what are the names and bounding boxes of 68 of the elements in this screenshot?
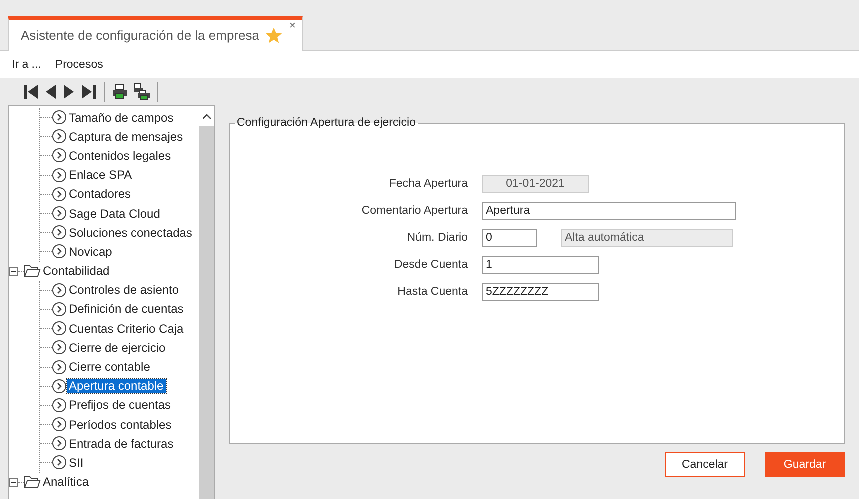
readonly-field: Alta automática (561, 229, 733, 247)
chevron-circle-icon (52, 206, 67, 222)
chevron-circle-icon (52, 455, 67, 470)
tree-item[interactable]: SII (67, 456, 86, 470)
tree-item[interactable]: Sage Data Cloud (67, 206, 162, 221)
chevron-circle-icon (52, 302, 67, 317)
chevron-circle-icon (52, 378, 67, 394)
collapse-icon[interactable] (9, 266, 18, 276)
input-field[interactable]: Apertura (482, 202, 736, 220)
scrollbar[interactable] (199, 106, 214, 499)
chevron-circle-icon (52, 186, 67, 202)
chevron-circle-icon (52, 225, 67, 240)
tree-item[interactable]: Cierre de ejercicio (67, 340, 168, 355)
folder-icon (24, 264, 41, 278)
chevron-circle-icon (52, 360, 67, 375)
printers-icon[interactable] (133, 82, 151, 100)
input-field[interactable]: 1 (482, 256, 599, 274)
tree-item[interactable]: Cierre contable (67, 360, 152, 374)
collapse-icon[interactable] (9, 478, 18, 487)
star-icon[interactable] (265, 26, 284, 44)
tree-item[interactable]: Apertura contable (67, 379, 166, 394)
cancel-button[interactable]: Cancelar (665, 452, 745, 477)
field-label: Desde Cuenta (393, 259, 468, 271)
chevron-circle-icon (52, 398, 67, 413)
tree-item[interactable]: Contadores (67, 187, 134, 202)
tree-item[interactable]: Soluciones conectadas (67, 226, 194, 240)
chevron-circle-icon (52, 282, 67, 298)
document-tab[interactable]: Asistente de configuración de la empresa × (8, 16, 303, 51)
tree-item[interactable]: Enlace SPA (67, 168, 134, 182)
save-button[interactable]: Guardar (765, 452, 845, 477)
chevron-circle-icon (52, 148, 67, 164)
first-icon[interactable] (22, 82, 40, 100)
previous-icon[interactable] (44, 82, 58, 100)
printer-icon[interactable] (111, 82, 129, 100)
tree-item[interactable]: Entrada de facturas (67, 436, 176, 451)
tree-item[interactable]: Períodos contables (67, 418, 174, 432)
field-label: Comentario Apertura (360, 205, 468, 217)
tree-item[interactable]: Controles de asiento (67, 283, 182, 298)
close-button[interactable]: × (289, 20, 296, 32)
field-label: Núm. Diario (406, 232, 468, 244)
next-icon[interactable] (62, 82, 76, 100)
tree-item[interactable]: Tamaño de campos (67, 110, 176, 125)
chevron-circle-icon (52, 244, 67, 260)
menu-item[interactable]: Procesos (55, 58, 104, 70)
last-icon[interactable] (80, 82, 98, 100)
chevron-circle-icon (52, 321, 67, 336)
menu-item[interactable]: Ir a ... (12, 58, 42, 70)
field-label: Hasta Cuenta (396, 286, 468, 298)
tree-item[interactable]: Captura de mensajes (67, 130, 186, 144)
chevron-circle-icon (52, 436, 67, 452)
tree-folder[interactable]: Contabilidad (41, 264, 112, 278)
chevron-circle-icon (52, 110, 67, 126)
tree-item[interactable]: Novicap (67, 244, 114, 259)
chevron-circle-icon (52, 168, 67, 183)
input-field[interactable]: 0 (482, 229, 537, 247)
tree-item[interactable]: Contenidos legales (67, 148, 174, 163)
field-label: Fecha Apertura (388, 178, 468, 190)
tree-item[interactable]: Prefijos de cuentas (67, 398, 174, 412)
tree-item[interactable]: Cuentas Criterio Caja (67, 322, 186, 336)
tree-item[interactable]: Definición de cuentas (67, 302, 186, 316)
scroll-up-icon[interactable] (202, 114, 210, 118)
input-field[interactable]: 5ZZZZZZZZ (482, 283, 599, 301)
folder-icon (24, 475, 41, 490)
tree-folder[interactable]: Analítica (41, 475, 92, 490)
group-title: Configuración Apertura de ejercicio (236, 117, 417, 129)
chevron-circle-icon (52, 417, 67, 432)
chevron-circle-icon (52, 340, 67, 356)
chevron-circle-icon (52, 129, 67, 144)
